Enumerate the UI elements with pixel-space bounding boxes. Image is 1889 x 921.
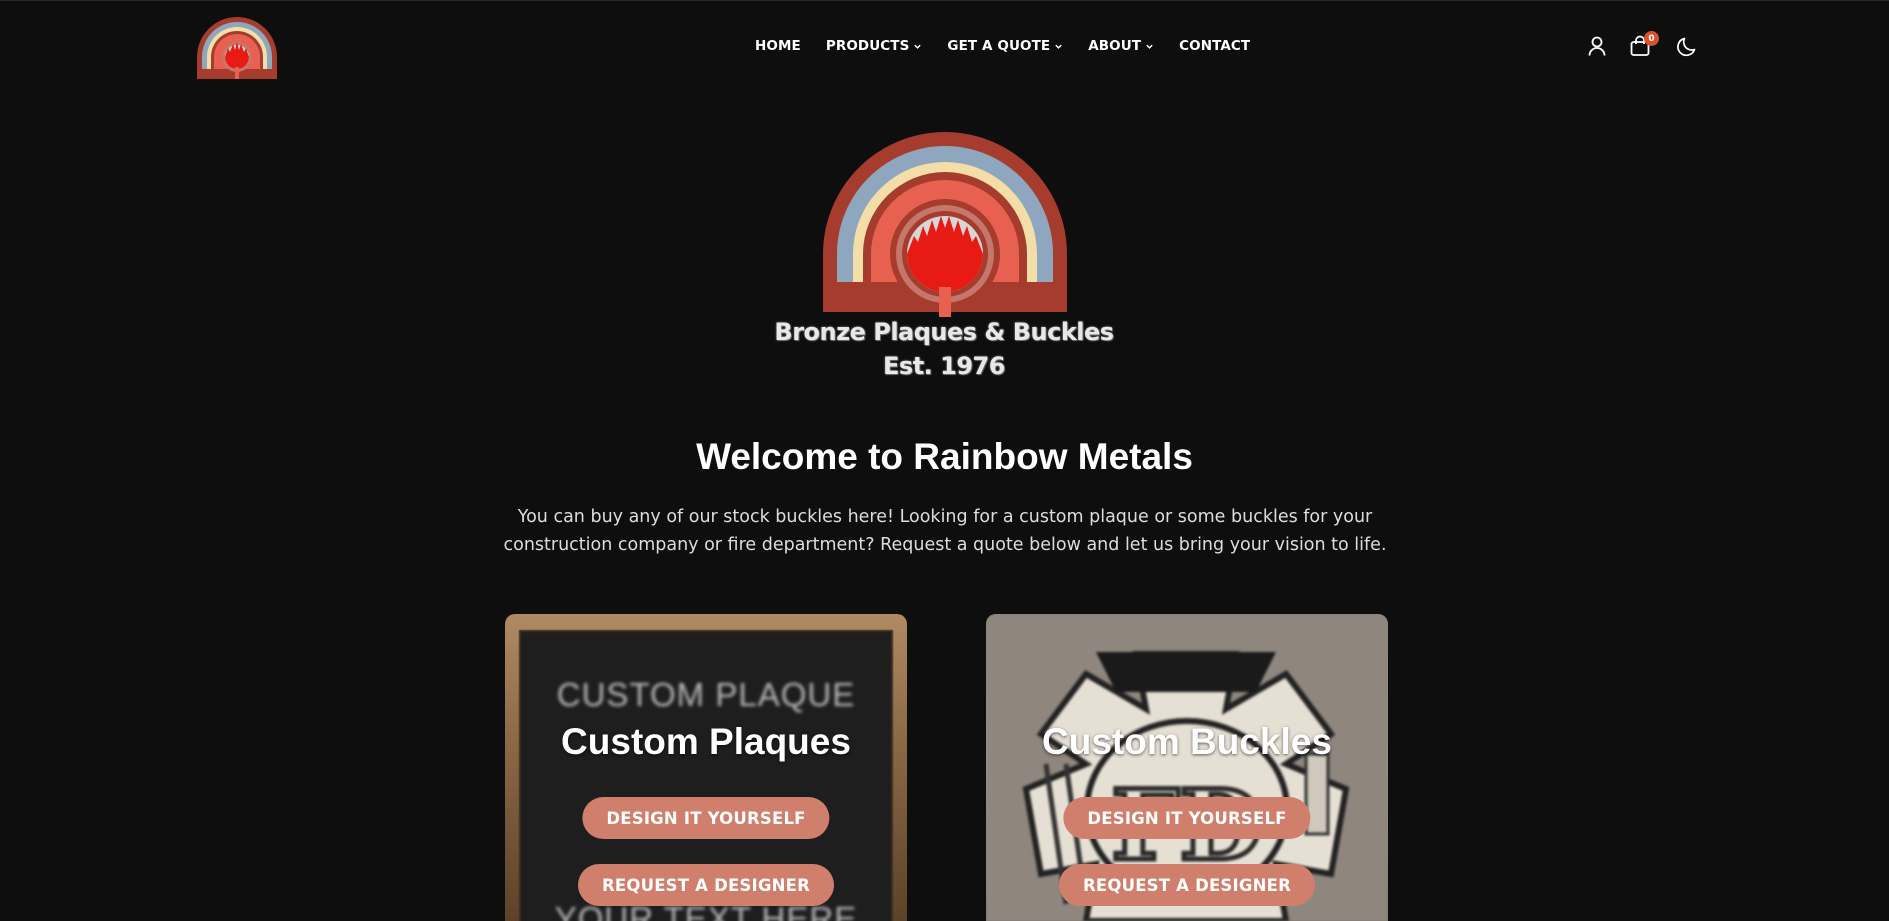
card-title: Custom Plaques (561, 721, 851, 762)
dark-mode-toggle[interactable] (1675, 33, 1701, 59)
nav-get-a-quote[interactable]: GET A QUOTE (947, 37, 1063, 55)
nav-contact[interactable]: CONTACT (1179, 37, 1250, 55)
rainbow-metals-logo[interactable] (196, 17, 278, 79)
nav-contact-label: CONTACT (1179, 38, 1251, 54)
site-header: HOME PRODUCTS GET A QUOTE ABOUT CONTACT (0, 0, 1889, 92)
user-icon (1588, 36, 1606, 56)
nav-products-label: PRODUCTS (825, 38, 910, 54)
rainbow-metals-hero-logo (823, 132, 1067, 317)
nav-about[interactable]: ABOUT (1088, 37, 1154, 55)
chevron-down-icon (1146, 44, 1153, 49)
cart-count-badge: 0 (1644, 31, 1659, 46)
moon-icon (1677, 37, 1696, 57)
card-title: Custom Buckles (1042, 721, 1332, 762)
header-icons: 0 (1584, 31, 1701, 59)
chevron-down-icon (1055, 44, 1062, 49)
custom-buckles-card[interactable]: FD Custom Buckles DESIGN IT YOURSELF REQ… (986, 614, 1388, 921)
nav-about-label: ABOUT (1088, 38, 1142, 54)
nav-get-a-quote-label: GET A QUOTE (947, 38, 1051, 54)
intro-text: You can buy any of our stock buckles her… (503, 507, 1387, 555)
logo-tagline: Bronze Plaques & Buckles (774, 318, 1114, 346)
plaque-image-text-top: CUSTOM PLAQUE (556, 676, 856, 713)
page-title: Welcome to Rainbow Metals (696, 436, 1193, 477)
main-nav: HOME PRODUCTS GET A QUOTE ABOUT CONTACT (755, 37, 1250, 55)
nav-home[interactable]: HOME (755, 37, 801, 55)
account-button[interactable] (1584, 33, 1610, 59)
custom-plaques-card[interactable]: CUSTOM PLAQUE YOUR TEXT HERE Custom Plaq… (505, 614, 907, 921)
logo-established: Est. 1976 (883, 352, 1005, 380)
chevron-down-icon (914, 44, 922, 49)
design-it-yourself-button[interactable]: DESIGN IT YOURSELF (1063, 797, 1311, 839)
design-it-yourself-button[interactable]: DESIGN IT YOURSELF (582, 797, 830, 839)
request-a-designer-button[interactable]: REQUEST A DESIGNER (1059, 864, 1315, 906)
nav-home-label: HOME (755, 38, 801, 54)
nav-products[interactable]: PRODUCTS (826, 37, 923, 55)
cart-button[interactable]: 0 (1627, 31, 1659, 59)
request-a-designer-button[interactable]: REQUEST A DESIGNER (578, 864, 834, 906)
